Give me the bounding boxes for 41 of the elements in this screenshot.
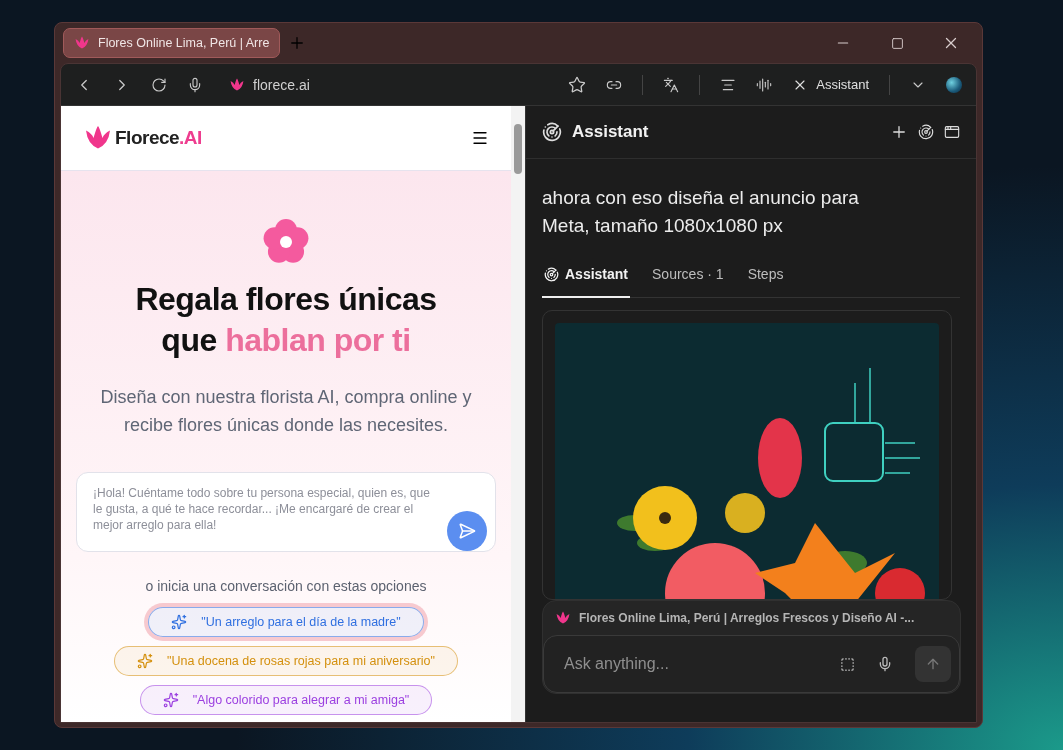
sparkles-icon — [162, 692, 179, 708]
assistant-tab[interactable]: Assistant — [542, 258, 631, 298]
sparkles-icon — [171, 614, 188, 630]
assistant-title: Assistant — [572, 122, 650, 142]
logo-text: Florece.AI — [115, 127, 202, 149]
assistant-logo-icon — [542, 122, 562, 142]
maximize-icon[interactable] — [890, 36, 904, 50]
microphone-icon[interactable] — [877, 656, 893, 672]
context-page-title: Flores Online Lima, Perú | Arreglos Frescos y Diseño AI -... — [579, 611, 915, 625]
microphone-icon[interactable] — [187, 76, 203, 93]
suggestion-chip[interactable]: "Algo colorido para alegrar a mi amiga" — [139, 685, 433, 715]
broadcast-icon[interactable] — [918, 124, 934, 140]
send-button[interactable] — [447, 511, 487, 551]
browser-tab[interactable]: Flores Online Lima, Perú | Arre — [63, 28, 281, 58]
tulip-logo-icon — [74, 35, 90, 51]
tulip-logo-icon — [229, 76, 245, 93]
send-icon — [458, 522, 476, 540]
assistant-button[interactable]: Assistant — [792, 76, 869, 93]
options-label: o inicia una conversación con estas opciones — [145, 578, 427, 594]
scrollbar-thumb[interactable] — [514, 124, 522, 174]
assistant-tab[interactable]: Steps — [745, 258, 786, 298]
sparkles-icon — [136, 653, 153, 669]
tulip-logo-icon — [555, 610, 571, 626]
address-field[interactable]: florece.ai — [253, 76, 310, 93]
ask-input-field[interactable]: Ask anything... — [543, 635, 960, 693]
window-icon[interactable] — [944, 124, 960, 140]
menu-icon[interactable] — [471, 129, 489, 147]
assistant-logo-icon — [544, 266, 559, 282]
globe-icon[interactable] — [946, 76, 962, 93]
chat-input-field[interactable]: ¡Hola! Cuéntame todo sobre tu persona especial, quien es, que le gusta, a qué te hace recordar... ¡Me encargaré de crear el mejor arreglo para ella! — [76, 472, 496, 552]
translate-icon[interactable] — [663, 76, 680, 93]
assistant-tab[interactable]: Sources · 1 — [650, 258, 726, 298]
new-chat-icon[interactable] — [890, 123, 908, 141]
star-icon[interactable] — [568, 75, 587, 94]
hero-subtitle: Diseña con nuestra florista AI, compra online y recibe flores únicas donde las necesites. — [99, 386, 473, 437]
reload-icon[interactable] — [151, 76, 167, 93]
hero-title: Regala flores únicas que hablan por ti — [135, 280, 437, 360]
send-button[interactable] — [915, 646, 951, 682]
user-query: ahora con eso diseña el anuncio para Meta, tamaño 1080x1080 px — [541, 186, 860, 238]
screenshot-icon[interactable] — [840, 656, 855, 672]
audio-wave-icon[interactable] — [756, 76, 773, 93]
